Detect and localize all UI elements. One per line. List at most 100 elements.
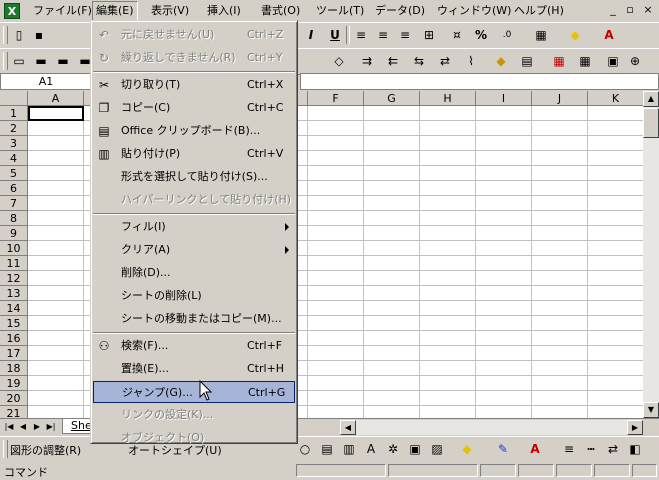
row-header[interactable]: 2 [0,121,28,136]
folder-icon[interactable]: ▬ [54,52,72,70]
scroll-right-button[interactable]: ▶ [627,420,643,435]
edit-menu-item[interactable]: シートの削除(L) [93,285,295,307]
trace-dependents-icon[interactable]: ⇉ [358,52,376,70]
column-header[interactable]: K [588,91,643,106]
font-color-icon[interactable]: A [600,26,618,44]
edit-menu-item[interactable]: ▤ Office クリップボード(B)... [93,120,295,142]
edit-menu-item[interactable]: クリア(A) [93,239,295,261]
column-header[interactable]: H [420,91,476,106]
remove-arrows-icon[interactable]: ⇇ [384,52,402,70]
vertical-textbox-icon[interactable]: ▥ [340,440,358,458]
row-header[interactable]: 3 [0,136,28,151]
scroll-up-button[interactable]: ▲ [643,91,659,107]
clipart-icon[interactable]: ▣ [406,440,424,458]
row-header[interactable]: 6 [0,181,28,196]
row-header[interactable]: 9 [0,226,28,241]
fill-color-icon[interactable]: ◆ [566,26,584,44]
formula-input[interactable] [300,73,659,90]
row-header[interactable]: 7 [0,196,28,211]
restore-button[interactable]: ▫ [622,3,638,17]
menu-insert[interactable]: 挿入(I) [204,2,244,20]
new-icon[interactable]: ▯ [10,26,28,44]
arrow-style-icon[interactable]: ⇄ [604,440,622,458]
active-cell-a1[interactable] [28,106,84,121]
menu-view[interactable]: 表示(V) [148,2,192,20]
prev-sheet-button[interactable]: ◀ [16,420,30,434]
scroll-left-button[interactable]: ◀ [340,420,356,435]
currency-icon[interactable]: ¤ [448,26,466,44]
ellipse-icon[interactable]: ○ [296,440,314,458]
italic-icon[interactable]: I [302,26,320,44]
trace-arrows-icon[interactable]: ⇆ [410,52,428,70]
edit-menu-item[interactable]: 置換(E)... Ctrl+H [93,358,295,380]
edit-menu-item[interactable]: フィル(I) [93,216,295,238]
align-left-icon[interactable]: ≡ [352,26,370,44]
last-sheet-button[interactable]: ▶| [44,420,58,434]
row-header[interactable]: 1 [0,106,28,121]
trace-precedents-icon[interactable]: ◇ [330,52,348,70]
folder-icon[interactable]: ▬ [32,52,50,70]
circle-invalid-icon[interactable]: ▦ [550,52,568,70]
row-header[interactable]: 12 [0,271,28,286]
edit-menu-item[interactable]: ❐ コピー(C) Ctrl+C [93,97,295,119]
draw-menu[interactable]: 図形の調整(R) [10,442,81,458]
clear-circles-icon[interactable]: ▦ [576,52,594,70]
row-header[interactable]: 19 [0,376,28,391]
remove-all-arrows-icon[interactable]: ⇄ [436,52,454,70]
row-header[interactable]: 13 [0,286,28,301]
underline-icon[interactable]: U [326,26,344,44]
evaluate-formula-icon[interactable]: ⊕ [626,52,644,70]
row-header[interactable]: 10 [0,241,28,256]
dash-style-icon[interactable]: ┅ [582,440,600,458]
row-header[interactable]: 17 [0,346,28,361]
next-sheet-button[interactable]: ▶ [30,420,44,434]
align-center-icon[interactable]: ≡ [374,26,392,44]
row-header[interactable]: 4 [0,151,28,166]
column-header[interactable]: I [476,91,532,106]
menu-tools[interactable]: ツール(T) [313,2,367,20]
menu-window[interactable]: ウィンドウ(W) [434,2,514,20]
toolbar-grip[interactable] [3,26,8,44]
edit-menu-item[interactable]: シートの移動またはコピー(M)... [93,308,295,330]
minimize-button[interactable]: _ [605,3,621,17]
select-all-corner[interactable] [0,91,28,106]
column-header[interactable]: A [28,91,84,106]
increase-decimal-icon[interactable]: .0 [498,26,516,44]
name-box[interactable]: A1 [0,73,92,90]
row-header[interactable]: 21 [0,406,28,418]
textbox-icon[interactable]: ▤ [318,440,336,458]
line-color-icon[interactable]: ✎ [494,440,512,458]
merge-center-icon[interactable]: ⊞ [420,26,438,44]
toolbar-grip[interactable] [3,440,8,458]
edit-menu-item[interactable]: ジャンプ(G)... Ctrl+G [93,381,295,403]
edit-menu-item[interactable]: 削除(D)... [93,262,295,284]
row-header[interactable]: 20 [0,391,28,406]
trace-error-icon[interactable]: ⌇ [462,52,480,70]
menu-help[interactable]: ヘルプ(H) [511,2,567,20]
line-style-icon[interactable]: ≡ [560,440,578,458]
close-button[interactable]: × [640,3,656,17]
toolbar-grip[interactable] [3,52,8,70]
edit-menu-item[interactable]: ⚇ 検索(F)... Ctrl+F [93,335,295,357]
excel-app-icon[interactable]: X [4,3,20,19]
edit-menu-item[interactable]: ✂ 切り取り(T) Ctrl+X [93,74,295,96]
row-header[interactable]: 5 [0,166,28,181]
horizontal-scrollbar[interactable]: ◀ ▶ [340,420,643,435]
scroll-down-button[interactable]: ▼ [643,402,659,418]
first-sheet-button[interactable]: |◀ [2,420,16,434]
column-header[interactable]: G [364,91,420,106]
menu-file[interactable]: ファイル(F) [30,2,95,20]
row-header[interactable]: 16 [0,331,28,346]
column-header[interactable]: J [532,91,588,106]
wordart-icon[interactable]: A [362,440,380,458]
row-header[interactable]: 18 [0,361,28,376]
fill-color-icon[interactable]: ◆ [458,440,476,458]
row-header[interactable]: 15 [0,316,28,331]
menu-data[interactable]: データ(D) [372,2,428,20]
vertical-scrollbar[interactable]: ▲ ▼ [643,91,659,418]
row-header[interactable]: 14 [0,301,28,316]
show-watch-icon[interactable]: ▣ [604,52,622,70]
edit-menu-item[interactable]: ▥ 貼り付け(P) Ctrl+V [93,143,295,165]
borders-icon[interactable]: ▦ [532,26,550,44]
new-comment-icon[interactable]: ▤ [518,52,536,70]
